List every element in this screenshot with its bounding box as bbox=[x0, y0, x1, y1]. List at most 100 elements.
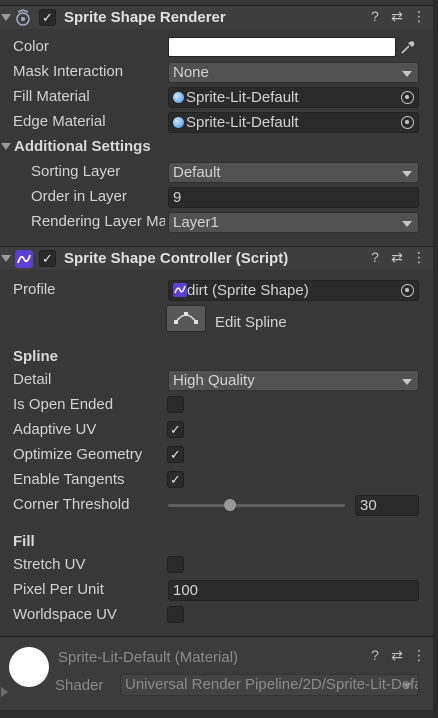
object-picker-icon[interactable] bbox=[401, 284, 414, 297]
corner-threshold-slider-track[interactable] bbox=[168, 504, 345, 507]
profile-value: dirt (Sprite Shape) bbox=[187, 282, 309, 299]
scrollbar[interactable] bbox=[433, 0, 438, 718]
foldout-arrow-icon[interactable] bbox=[1, 14, 11, 21]
presets-icon[interactable]: ⇄ bbox=[386, 647, 408, 664]
edit-spline-label: Edit Spline bbox=[215, 314, 287, 331]
edge-material-row: Edge Material Sprite-Lit-Default bbox=[0, 110, 438, 135]
chevron-down-icon bbox=[402, 171, 412, 177]
color-label: Color bbox=[13, 38, 49, 55]
kebab-menu-icon[interactable]: ⋮ bbox=[408, 249, 430, 266]
optimize-geometry-row: Optimize Geometry ✓ bbox=[0, 443, 438, 468]
eyedropper-icon[interactable] bbox=[399, 38, 417, 56]
corner-threshold-slider-handle[interactable] bbox=[224, 499, 236, 511]
worldspace-uv-checkbox[interactable] bbox=[167, 606, 184, 623]
controller-enabled-checkbox[interactable]: ✓ bbox=[39, 250, 56, 267]
is-open-ended-checkbox[interactable] bbox=[167, 396, 184, 413]
enable-tangents-label: Enable Tangents bbox=[13, 471, 125, 488]
object-picker-icon[interactable] bbox=[401, 116, 414, 129]
rendering-layer-row: Rendering Layer Mask Layer1 bbox=[0, 210, 438, 235]
sprite-shape-asset-icon bbox=[173, 283, 187, 297]
rendering-layer-label: Rendering Layer Mask bbox=[31, 213, 165, 230]
help-icon[interactable]: ? bbox=[364, 8, 386, 24]
edge-material-field[interactable]: Sprite-Lit-Default bbox=[168, 112, 419, 133]
object-picker-icon[interactable] bbox=[401, 91, 414, 104]
component-title: Sprite Shape Controller (Script) bbox=[64, 250, 289, 267]
fill-section-title: Fill bbox=[13, 533, 35, 550]
material-icon bbox=[173, 92, 184, 103]
profile-field[interactable]: dirt (Sprite Shape) bbox=[168, 280, 419, 301]
renderer-enabled-checkbox[interactable]: ✓ bbox=[39, 9, 56, 26]
pixel-per-unit-label: Pixel Per Unit bbox=[13, 581, 104, 598]
detail-dropdown[interactable]: High Quality bbox=[168, 370, 419, 391]
stretch-uv-label: Stretch UV bbox=[13, 556, 86, 573]
checkmark-icon: ✓ bbox=[170, 447, 181, 462]
edge-material-value: Sprite-Lit-Default bbox=[186, 114, 299, 131]
optimize-geometry-label: Optimize Geometry bbox=[13, 446, 143, 463]
presets-icon[interactable]: ⇄ bbox=[386, 249, 408, 266]
adaptive-uv-row: Adaptive UV ✓ bbox=[0, 418, 438, 443]
order-in-layer-input[interactable]: 9 bbox=[168, 187, 419, 208]
fill-material-field[interactable]: Sprite-Lit-Default bbox=[168, 87, 419, 108]
mask-interaction-dropdown[interactable]: None bbox=[168, 62, 419, 83]
detail-label: Detail bbox=[13, 371, 52, 388]
sorting-layer-dropdown[interactable]: Default bbox=[168, 162, 419, 183]
header-buttons: ? ⇄ ⋮ bbox=[364, 249, 430, 266]
checkmark-icon: ✓ bbox=[170, 422, 181, 437]
material-icon bbox=[173, 117, 184, 128]
stretch-uv-checkbox[interactable] bbox=[167, 556, 184, 573]
foldout-arrow-icon[interactable] bbox=[1, 255, 11, 262]
shader-dropdown[interactable]: Universal Render Pipeline/2D/Sprite-Lit-… bbox=[120, 674, 419, 696]
rendering-layer-dropdown[interactable]: Layer1 bbox=[168, 212, 419, 233]
chevron-down-icon bbox=[402, 71, 412, 77]
edit-spline-icon bbox=[174, 312, 198, 324]
foldout-arrow-icon[interactable] bbox=[1, 687, 8, 697]
corner-threshold-input[interactable]: 30 bbox=[355, 495, 419, 516]
fill-material-row: Fill Material Sprite-Lit-Default bbox=[0, 85, 438, 110]
material-header-buttons: ? ⇄ ⋮ bbox=[364, 647, 430, 664]
kebab-menu-icon[interactable]: ⋮ bbox=[408, 8, 430, 25]
spline-section-title: Spline bbox=[13, 348, 59, 365]
profile-label: Profile bbox=[13, 281, 56, 298]
edit-spline-button[interactable] bbox=[166, 305, 206, 332]
edge-material-label: Edge Material bbox=[13, 113, 106, 130]
sorting-layer-row: Sorting Layer Default bbox=[0, 160, 438, 185]
mask-interaction-label: Mask Interaction bbox=[13, 63, 124, 80]
help-icon[interactable]: ? bbox=[364, 647, 386, 663]
shader-label: Shader bbox=[55, 677, 104, 694]
rendering-layer-value: Layer1 bbox=[173, 214, 219, 231]
enable-tangents-row: Enable Tangents ✓ bbox=[0, 468, 438, 493]
bottom-edge bbox=[0, 710, 438, 718]
enable-tangents-checkbox[interactable]: ✓ bbox=[167, 471, 184, 488]
additional-settings-title[interactable]: Additional Settings bbox=[14, 138, 151, 155]
sorting-layer-value: Default bbox=[173, 164, 221, 181]
worldspace-uv-row: Worldspace UV bbox=[0, 603, 438, 628]
presets-icon[interactable]: ⇄ bbox=[386, 8, 408, 25]
pixel-per-unit-row: Pixel Per Unit 100 bbox=[0, 578, 438, 603]
order-in-layer-row: Order in Layer 9 bbox=[0, 185, 438, 210]
foldout-arrow-icon[interactable] bbox=[1, 143, 11, 150]
sprite-shape-script-icon bbox=[15, 250, 33, 268]
adaptive-uv-checkbox[interactable]: ✓ bbox=[167, 421, 184, 438]
sprite-shape-renderer-header[interactable]: ✓ Sprite Shape Renderer ? ⇄ ⋮ bbox=[0, 5, 438, 29]
color-row: Color bbox=[0, 35, 438, 60]
worldspace-uv-label: Worldspace UV bbox=[13, 606, 117, 623]
optimize-geometry-checkbox[interactable]: ✓ bbox=[167, 446, 184, 463]
shader-value: Universal Render Pipeline/2D/Sprite-Lit-… bbox=[125, 676, 419, 693]
is-open-ended-row: Is Open Ended bbox=[0, 393, 438, 418]
color-swatch[interactable] bbox=[168, 37, 396, 57]
adaptive-uv-label: Adaptive UV bbox=[13, 421, 97, 438]
sprite-shape-controller-header[interactable]: ✓ Sprite Shape Controller (Script) ? ⇄ ⋮ bbox=[0, 246, 438, 270]
edit-spline-row: Edit Spline bbox=[0, 305, 438, 335]
material-inspector: Sprite-Lit-Default (Material) ? ⇄ ⋮ Shader… bbox=[0, 636, 438, 718]
sprite-shape-renderer-icon bbox=[16, 9, 30, 26]
pixel-per-unit-input[interactable]: 100 bbox=[168, 580, 419, 601]
detail-row: Detail High Quality bbox=[0, 368, 438, 393]
help-icon[interactable]: ? bbox=[364, 249, 386, 265]
detail-value: High Quality bbox=[173, 372, 255, 389]
kebab-menu-icon[interactable]: ⋮ bbox=[408, 647, 430, 664]
material-title: Sprite-Lit-Default (Material) bbox=[58, 649, 239, 666]
stretch-uv-row: Stretch UV bbox=[0, 553, 438, 578]
corner-threshold-row: Corner Threshold 30 bbox=[0, 493, 438, 518]
fill-material-label: Fill Material bbox=[13, 88, 90, 105]
additional-settings-row[interactable]: Additional Settings bbox=[0, 135, 438, 160]
